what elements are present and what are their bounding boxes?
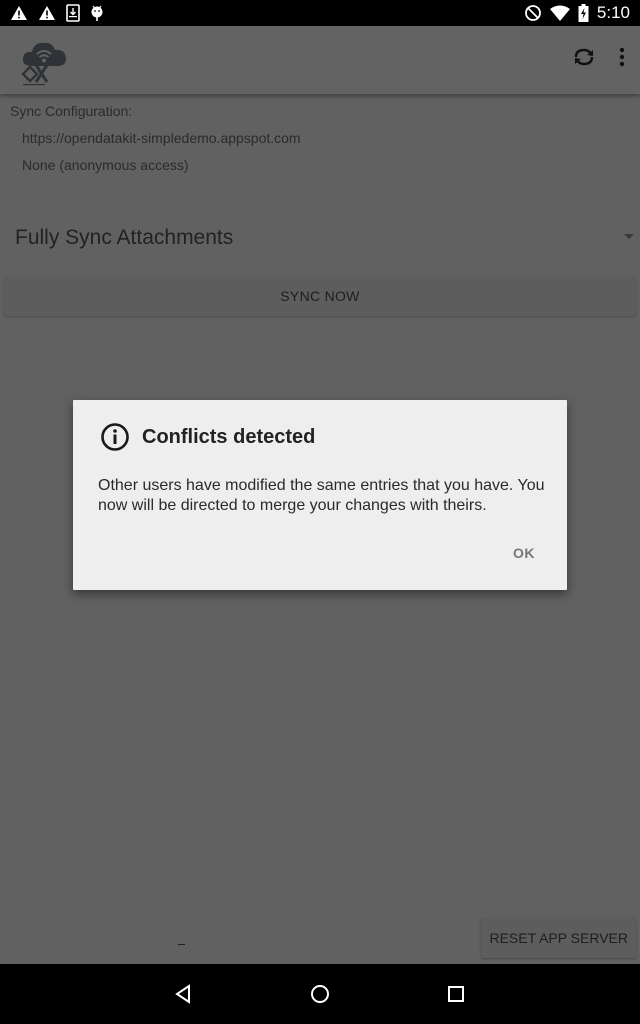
dialog-header: Conflicts detected bbox=[100, 422, 315, 452]
app-bar bbox=[0, 26, 640, 94]
do-not-disturb-icon bbox=[525, 5, 541, 21]
attachment-sync-spinner[interactable]: Fully Sync Attachments bbox=[0, 214, 640, 262]
dropdown-arrow-icon bbox=[624, 234, 634, 239]
battery-charging-icon bbox=[578, 4, 589, 22]
sync-icon[interactable] bbox=[572, 46, 596, 68]
ok-button[interactable]: OK bbox=[509, 543, 539, 563]
wifi-icon bbox=[549, 5, 570, 21]
sync-now-button[interactable]: SYNC NOW bbox=[4, 276, 636, 316]
spinner-selected-value: Fully Sync Attachments bbox=[15, 226, 234, 249]
sync-config-label: Sync Configuration: bbox=[10, 103, 133, 119]
clock: 5:10 bbox=[596, 3, 630, 22]
odk-sync-logo bbox=[21, 42, 66, 86]
home-icon[interactable] bbox=[308, 982, 332, 1006]
status-bar: 5:10 bbox=[0, 0, 640, 26]
info-icon bbox=[101, 423, 129, 451]
warning-icon bbox=[39, 6, 55, 20]
more-vert-icon[interactable] bbox=[618, 46, 626, 68]
navigation-bar bbox=[0, 964, 640, 1024]
download-icon bbox=[66, 4, 80, 22]
warning-icon bbox=[11, 6, 27, 20]
conflicts-dialog: Conflicts detected Other users have modi… bbox=[73, 400, 567, 590]
dialog-title: Conflicts detected bbox=[142, 425, 316, 448]
recents-icon[interactable] bbox=[444, 982, 468, 1006]
reset-app-server-button[interactable]: RESET APP SERVER bbox=[481, 918, 636, 958]
dialog-message: Other users have modified the same entri… bbox=[98, 477, 545, 514]
footer-text bbox=[178, 944, 185, 945]
auth-type: None (anonymous access) bbox=[22, 157, 189, 173]
back-icon[interactable] bbox=[172, 982, 196, 1006]
android-debug-icon bbox=[91, 5, 103, 21]
server-url: https://opendatakit-simpledemo.appspot.c… bbox=[22, 130, 301, 146]
